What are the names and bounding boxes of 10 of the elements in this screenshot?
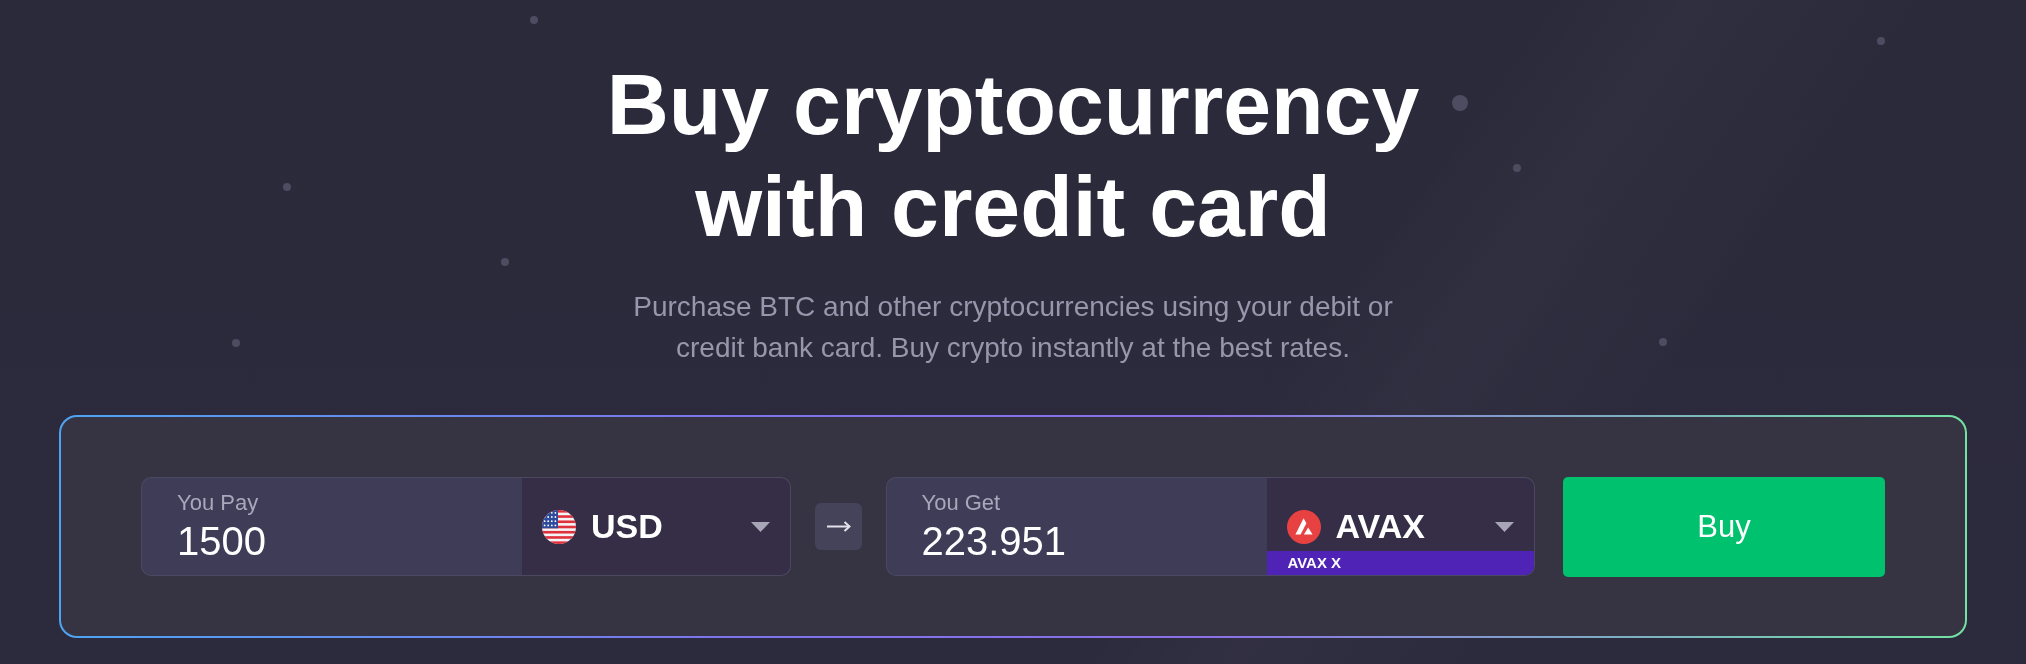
particle-dot-icon [1877, 37, 1885, 45]
hero-subtitle: Purchase BTC and other cryptocurrencies using your debit or credit bank card. Buy crypto instantly at the best rates. [632, 290, 1394, 365]
particle-dot-icon [530, 16, 538, 24]
particle-dot-icon [283, 183, 291, 191]
particle-dot-icon [1452, 95, 1468, 111]
hero-title: Buy cryptocurrency with credit card [605, 55, 1421, 256]
particle-dot-icon [1659, 338, 1667, 346]
particle-dot-icon [501, 258, 509, 266]
particle-dot-icon [1513, 164, 1521, 172]
particle-dot-icon [232, 339, 240, 347]
